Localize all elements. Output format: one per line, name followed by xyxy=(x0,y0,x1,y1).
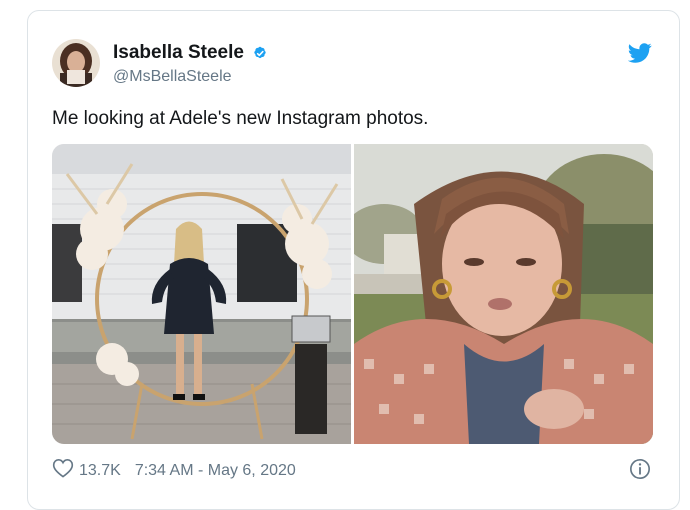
info-icon[interactable] xyxy=(629,458,651,480)
photo-1[interactable] xyxy=(52,144,351,444)
tweet-footer: 13.7K 7:34 AM - May 6, 2020 xyxy=(52,458,296,483)
photo-2[interactable] xyxy=(354,144,653,444)
twitter-logo-icon[interactable] xyxy=(627,41,652,65)
author-display-name[interactable]: Isabella Steele xyxy=(113,42,271,64)
tweet-media[interactable] xyxy=(52,144,653,444)
verified-badge-icon xyxy=(249,42,271,64)
heart-icon[interactable] xyxy=(52,458,74,483)
tweet-text: Me looking at Adele's new Instagram phot… xyxy=(52,108,429,129)
tweet-card[interactable]: Isabella Steele @MsBellaSteele Me lookin… xyxy=(27,10,680,510)
like-count[interactable]: 13.7K xyxy=(79,462,121,480)
author-handle[interactable]: @MsBellaSteele xyxy=(113,68,232,86)
tweet-timestamp[interactable]: 7:34 AM - May 6, 2020 xyxy=(135,462,296,480)
author-name-text[interactable]: Isabella Steele xyxy=(113,42,244,64)
avatar[interactable] xyxy=(52,39,100,87)
